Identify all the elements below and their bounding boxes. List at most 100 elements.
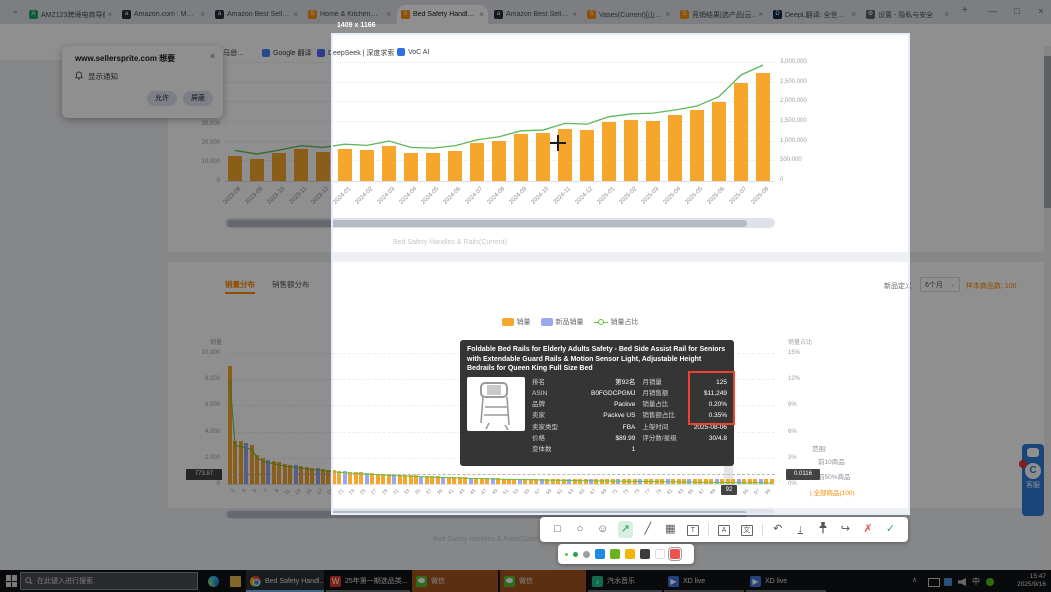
bar[interactable] — [414, 475, 418, 484]
tab-1[interactable]: AAMZ123跨境电商导航× — [25, 5, 116, 24]
bar[interactable] — [605, 479, 609, 484]
bar[interactable] — [731, 479, 735, 484]
tab-close-icon[interactable]: × — [572, 10, 577, 19]
bar[interactable] — [671, 479, 675, 484]
bar[interactable] — [250, 445, 254, 484]
bar-new-product[interactable] — [266, 460, 270, 484]
tab-3[interactable]: aAmazon Best Sell…× — [211, 5, 302, 24]
close-icon[interactable]: × — [210, 51, 215, 61]
bar[interactable] — [447, 477, 451, 484]
bar[interactable] — [239, 441, 243, 484]
bar[interactable] — [529, 479, 533, 484]
tab-close-icon[interactable]: × — [200, 10, 205, 19]
color-swatch[interactable] — [625, 549, 635, 559]
taskbar-item-edge[interactable] — [204, 570, 224, 592]
taskbar-item-wechat[interactable]: 微信 — [500, 570, 586, 592]
bar-new-product[interactable] — [441, 477, 445, 484]
bar[interactable] — [250, 159, 264, 181]
ime-indicator[interactable]: 中 — [972, 576, 980, 587]
bar[interactable] — [633, 479, 637, 484]
bar-new-product[interactable] — [737, 479, 741, 484]
bar[interactable] — [578, 479, 582, 484]
bar[interactable] — [726, 479, 730, 484]
bar[interactable] — [602, 122, 616, 181]
taskbar-item-music[interactable]: ♪汽水音乐 — [588, 570, 662, 592]
bar[interactable] — [404, 153, 418, 181]
tab-search-icon[interactable]: ⌄ — [12, 6, 19, 15]
tab-close-icon[interactable]: × — [386, 10, 391, 19]
bookmark-item[interactable]: Google 翻译 — [262, 48, 312, 58]
range-option-top10[interactable]: 前10商品 — [818, 456, 845, 466]
tab-close-icon[interactable]: × — [293, 10, 298, 19]
range-option-top50[interactable]: 前50%商品 — [818, 471, 851, 481]
bar[interactable] — [693, 479, 697, 484]
tab-close-icon[interactable]: × — [665, 10, 670, 19]
bar[interactable] — [228, 366, 232, 484]
bar[interactable] — [492, 141, 506, 181]
tab-5[interactable]: SBed Safety Handl…× — [397, 5, 488, 24]
bar[interactable] — [448, 151, 462, 181]
color-swatch[interactable] — [595, 549, 605, 559]
bar[interactable] — [770, 479, 774, 484]
close-window-button[interactable]: × — [1029, 0, 1051, 22]
bar-new-product[interactable] — [715, 479, 719, 484]
bookmark-item[interactable]: DeepSeek | 深度求索 — [317, 48, 394, 58]
bar[interactable] — [316, 152, 330, 181]
arrow-tool[interactable]: ↗ — [618, 521, 633, 538]
bar[interactable] — [611, 479, 615, 484]
bar[interactable] — [338, 149, 352, 181]
bar[interactable] — [382, 146, 396, 181]
bar[interactable] — [748, 479, 752, 484]
bar-new-product[interactable] — [540, 479, 544, 484]
tab-close-icon[interactable]: × — [107, 10, 112, 19]
share-tool[interactable]: ↪ — [838, 521, 853, 538]
bar[interactable] — [326, 470, 330, 484]
taskbar-search[interactable]: 在此键入进行搜索 — [20, 572, 198, 590]
bar-new-product[interactable] — [491, 478, 495, 484]
bar-new-product[interactable] — [244, 443, 248, 484]
bar[interactable] — [233, 441, 237, 484]
bar[interactable] — [580, 130, 594, 181]
legend-item[interactable]: 销量占比 — [594, 317, 639, 327]
bar[interactable] — [753, 479, 757, 484]
cancel-tool[interactable]: ✗ — [860, 521, 875, 538]
bar[interactable] — [507, 479, 511, 484]
tab-2[interactable]: aAmazon.com : M…× — [118, 5, 209, 24]
customer-service-widget[interactable]: C 客服 — [1022, 444, 1044, 516]
bar[interactable] — [321, 469, 325, 484]
minimize-button[interactable]: — — [981, 0, 1005, 22]
extract-text-tool[interactable]: A — [717, 521, 732, 538]
bar[interactable] — [558, 129, 572, 181]
start-button[interactable] — [6, 575, 18, 587]
bar[interactable] — [480, 478, 484, 484]
download-tool[interactable]: ↓ — [793, 521, 808, 538]
bar[interactable] — [463, 477, 467, 484]
taskbar-item-wps[interactable]: W25年第一期选品类... — [326, 570, 410, 592]
bar[interactable] — [704, 479, 708, 484]
block-button[interactable]: 屏蔽 — [183, 91, 213, 106]
bar-new-product[interactable] — [638, 479, 642, 484]
bar[interactable] — [409, 475, 413, 484]
bar[interactable] — [720, 479, 724, 484]
bar[interactable] — [337, 471, 341, 484]
bar[interactable] — [496, 478, 500, 484]
bar[interactable] — [512, 479, 516, 484]
text-tool[interactable]: T — [685, 521, 700, 538]
bar[interactable] — [299, 466, 303, 484]
bar[interactable] — [536, 133, 550, 181]
bar-new-product[interactable] — [666, 479, 670, 484]
bar-new-product[interactable] — [419, 476, 423, 484]
maximize-button[interactable]: □ — [1005, 0, 1029, 22]
tab-close-icon[interactable]: × — [944, 10, 949, 19]
confirm-tool[interactable]: ✓ — [883, 521, 898, 538]
bar[interactable] — [381, 474, 385, 484]
tab-close-icon[interactable]: × — [479, 10, 484, 19]
bar-new-product[interactable] — [759, 479, 763, 484]
color-swatch[interactable] — [655, 549, 665, 559]
bar[interactable] — [474, 478, 478, 484]
tab-6[interactable]: aAmazon Best Sell…× — [490, 5, 581, 24]
tab-7[interactable]: SVases(Current)[山…× — [583, 5, 674, 24]
app-tray-icon[interactable] — [944, 578, 952, 586]
undo-tool[interactable]: ↶ — [770, 521, 785, 538]
bar[interactable] — [376, 474, 380, 484]
